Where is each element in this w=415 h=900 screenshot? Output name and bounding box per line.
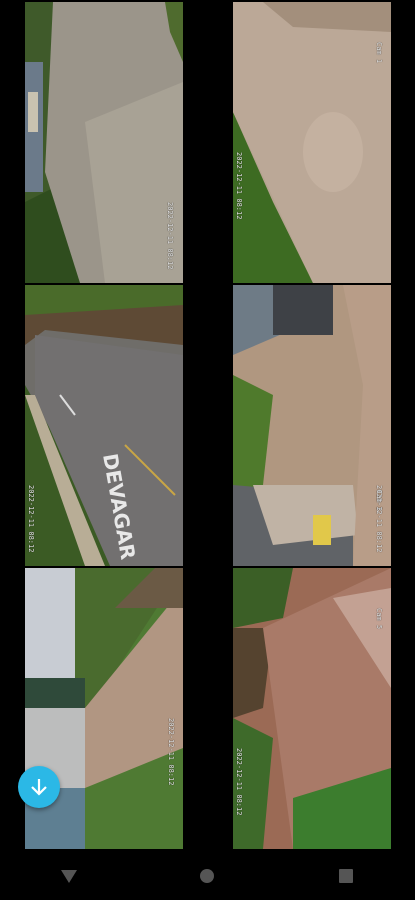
camera-feed-5[interactable]: 2022-12-11 08:12 bbox=[25, 568, 183, 849]
download-arrow-icon bbox=[31, 779, 47, 796]
timestamp-5: 2022-12-11 08:12 bbox=[167, 718, 175, 786]
camera-image-1 bbox=[25, 2, 183, 283]
camera-feed-3[interactable]: DEVAGAR 2022-12-11 08:12 bbox=[25, 285, 183, 566]
recents-square-icon bbox=[338, 869, 353, 883]
camera-label-6: Cam 5 bbox=[375, 608, 383, 630]
camera-feed-6[interactable]: 2022-12-11 08:12 Cam 5 bbox=[233, 568, 391, 849]
camera-image-3: DEVAGAR bbox=[25, 285, 183, 566]
camera-image-6 bbox=[233, 568, 391, 849]
camera-label-2: Cam 1 bbox=[375, 42, 383, 64]
home-circle-icon bbox=[200, 869, 215, 883]
back-button[interactable] bbox=[39, 856, 99, 896]
timestamp-2: 2022-12-11 08:12 bbox=[235, 152, 243, 220]
timestamp-3: 2022-12-11 08:12 bbox=[27, 485, 35, 553]
camera-image-5 bbox=[25, 568, 183, 849]
recents-button[interactable] bbox=[316, 856, 376, 896]
camera-image-4 bbox=[233, 285, 391, 566]
camera-label-4: Cam 3 bbox=[375, 490, 383, 512]
timestamp-6: 2022-12-11 08:12 bbox=[235, 748, 243, 816]
camera-feed-2[interactable]: 2022-12-11 08:12 Cam 1 bbox=[233, 2, 391, 283]
timestamp-1: 2022-12-11 08:12 bbox=[166, 202, 174, 270]
back-triangle-icon bbox=[61, 870, 78, 883]
camera-feed-4[interactable]: 2022-12-11 08:12 Cam 3 bbox=[233, 285, 391, 566]
system-nav-bar bbox=[0, 852, 415, 900]
camera-image-2 bbox=[233, 2, 391, 283]
download-button[interactable] bbox=[18, 766, 60, 808]
camera-grid: 2022-12-11 08:12 2022-12-11 08:12 Cam 1 … bbox=[0, 0, 415, 852]
camera-feed-1[interactable]: 2022-12-11 08:12 bbox=[25, 2, 183, 283]
home-button[interactable] bbox=[177, 856, 237, 896]
